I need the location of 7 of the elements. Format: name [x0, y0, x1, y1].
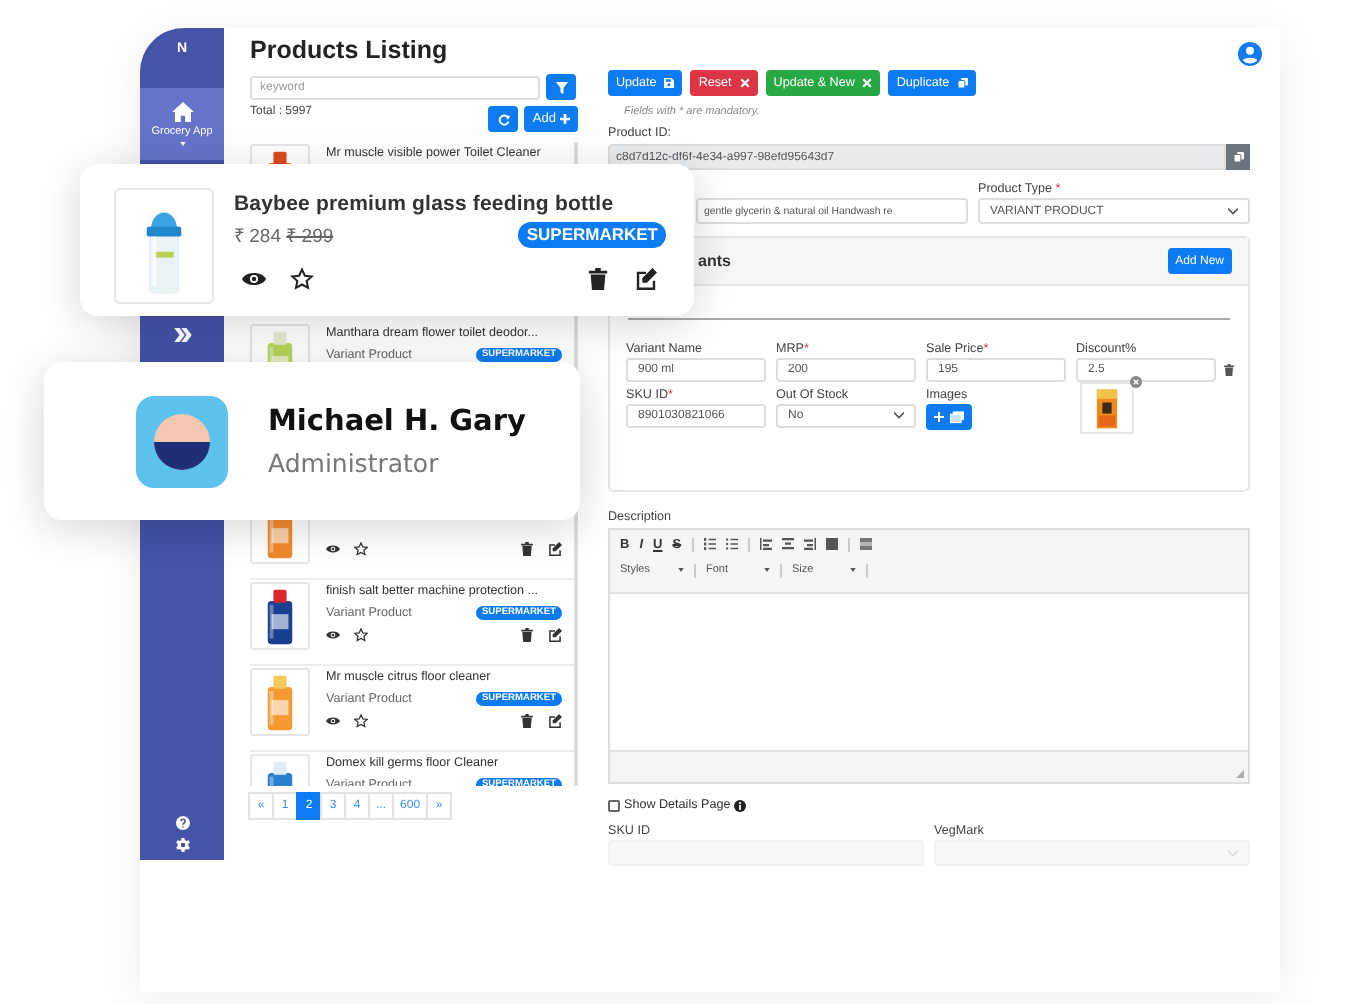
product-price: ₹ 284 ₹ 299	[234, 224, 334, 248]
store-tag: SUPERMARKET	[518, 222, 666, 248]
user-role: Administrator	[268, 447, 441, 477]
user-name: Michael H. Gary	[268, 405, 526, 437]
product-name: Baybee premium glass feeding bottle	[234, 192, 616, 216]
card-title: ants	[698, 252, 731, 270]
page-title: Products Listing	[250, 36, 450, 64]
